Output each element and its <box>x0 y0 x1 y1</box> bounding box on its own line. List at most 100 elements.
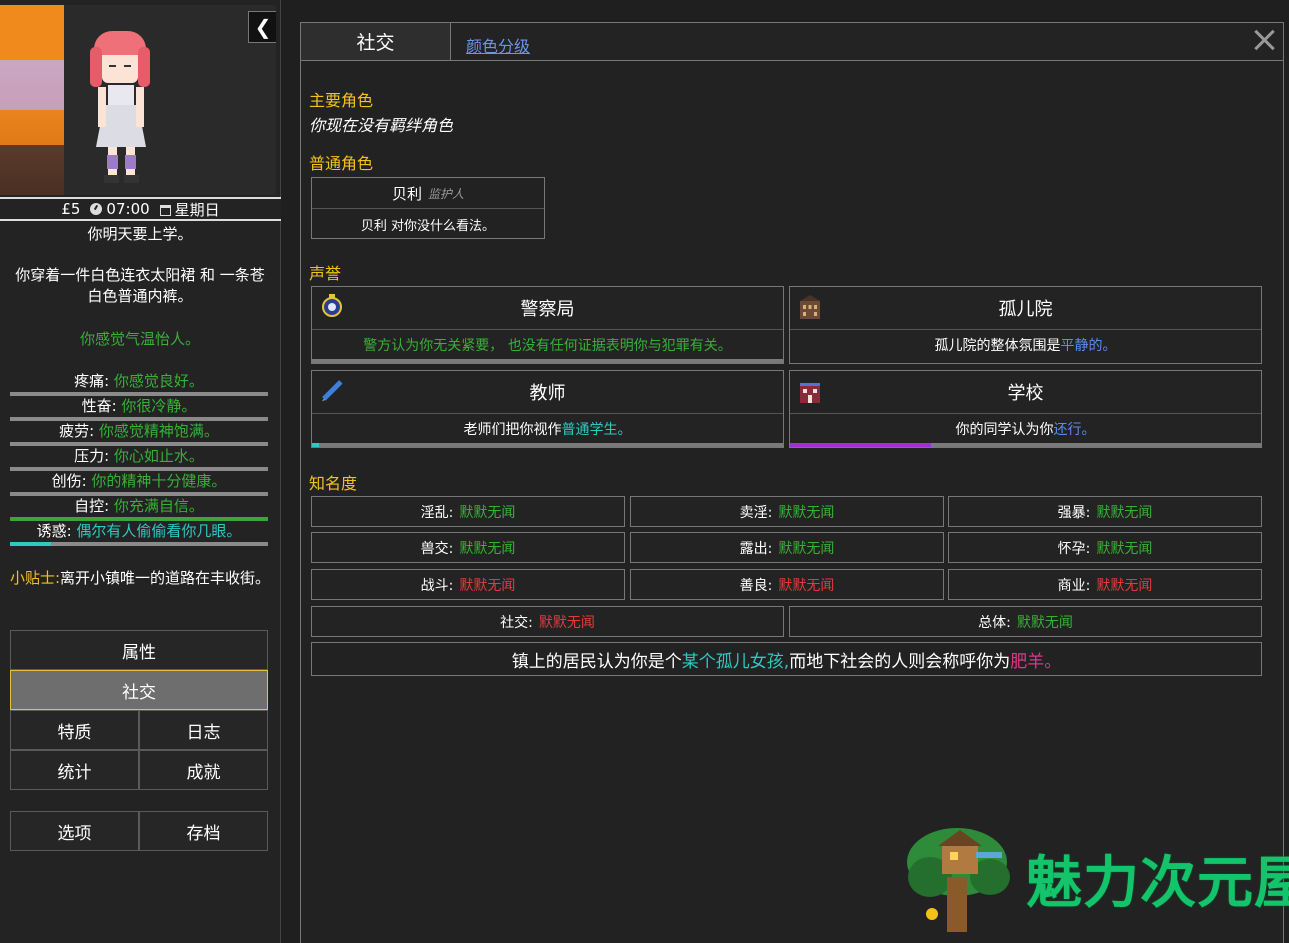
town-perception-summary: 镇上的居民认为你是个 某个孤儿女孩, 而地下社会的人则会称呼你为 肥羊。 <box>311 642 1262 676</box>
npc-card-header: 贝利 监护人 <box>312 178 544 209</box>
stat-row: 创伤: 你的精神十分健康。 <box>10 471 268 496</box>
nav-achievements-button[interactable]: 成就 <box>139 750 268 790</box>
nav-saves-button[interactable]: 存档 <box>139 811 268 851</box>
character-avatar <box>90 31 150 183</box>
summary-underworld-title: 肥羊。 <box>1010 651 1062 672</box>
reputation-description: 你的同学认为你 还行。 <box>955 422 1096 438</box>
fame-value: 默默无闻 <box>538 614 595 631</box>
fame-cell: 战斗: 默默无闻 <box>311 569 625 600</box>
fame-cell-wide: 总体: 默默无闻 <box>789 606 1262 637</box>
npc-role: 监护人 <box>428 186 465 201</box>
reputation-card-school: 学校 你的同学认为你 还行。 <box>789 370 1262 448</box>
fame-label: 战斗: <box>420 577 454 594</box>
reputation-description: 警方认为你无关紧要， 也没有任何证据表明你与犯罪有关。 <box>363 338 732 354</box>
stat-label: 诱惑: <box>36 522 72 540</box>
fame-label: 总体: <box>978 614 1011 631</box>
reputation-name: 警察局 <box>312 287 783 330</box>
stat-label: 创伤: <box>51 472 87 490</box>
stat-value: 你的精神十分健康。 <box>91 472 227 490</box>
nav-options-button[interactable]: 选项 <box>10 811 139 851</box>
social-panel: 社交 颜色分级 主要角色 你现在没有羁绊角色 普通角色 贝利 监护人 贝利 对你… <box>300 22 1284 943</box>
reputation-card-teachers: 教师 老师们把你视作 普通学生。 <box>311 370 784 448</box>
watermark-text: 魅力次元屋 <box>1026 851 1289 916</box>
nav-attributes-button[interactable]: 属性 <box>10 630 268 670</box>
calendar-icon <box>159 204 171 216</box>
close-icon[interactable] <box>1251 27 1277 53</box>
fame-label: 怀孕: <box>1057 540 1091 557</box>
fame-cell: 善良: 默默无闻 <box>630 569 944 600</box>
color-grading-link[interactable]: 颜色分级 <box>466 33 530 57</box>
nav-traits-button[interactable]: 特质 <box>10 710 139 750</box>
stat-row: 自控: 你充满自信。 <box>10 496 268 521</box>
fame-label: 露出: <box>739 540 773 557</box>
reputation-bar <box>312 359 783 363</box>
reputation-card-orphanage: 孤儿院 孤儿院的整体氛围是 平静的。 <box>789 286 1262 364</box>
fame-label: 强暴: <box>1057 504 1091 521</box>
reputation-name: 学校 <box>790 371 1261 414</box>
stat-value: 你充满自信。 <box>113 497 204 515</box>
reputation-bar <box>312 443 783 447</box>
treehouse-logo <box>907 828 1010 932</box>
collapse-sidebar-button[interactable]: ❮ <box>248 11 276 43</box>
stat-value: 你很冷静。 <box>121 397 197 415</box>
stat-bar <box>10 542 268 546</box>
tab-social[interactable]: 社交 <box>301 23 451 60</box>
stat-row: 诱惑: 偶尔有人偷偷看你几眼。 <box>10 521 268 546</box>
fame-label: 卖淫: <box>739 504 773 521</box>
fame-cell: 淫乱: 默默无闻 <box>311 496 625 527</box>
fame-cell: 怀孕: 默默无闻 <box>948 532 1262 563</box>
reputation-card-police: 警察局 警方认为你无关紧要， 也没有任何证据表明你与犯罪有关。 <box>311 286 784 364</box>
fame-cell: 强暴: 默默无闻 <box>948 496 1262 527</box>
summary-town-title: 某个孤儿女孩, <box>681 651 790 672</box>
sidebar: ❮ £5 07:00 星期日 你明天要上学。 你穿着一件白色连衣太阳裙 和 一条… <box>0 0 281 943</box>
fame-label: 善良: <box>739 577 773 594</box>
reputation-name: 教师 <box>312 371 783 414</box>
reputation-description: 孤儿院的整体氛围是 平静的。 <box>934 338 1117 354</box>
chevron-left-icon: ❮ <box>254 15 272 39</box>
fame-value: 默默无闻 <box>459 540 516 557</box>
fame-value: 默默无闻 <box>778 504 835 521</box>
stat-row: 压力: 你心如止水。 <box>10 446 268 471</box>
fame-cell-wide: 社交: 默默无闻 <box>311 606 784 637</box>
summary-text-2: 而地下社会的人则会称呼你为 <box>789 651 1011 672</box>
money-display: £5 <box>61 200 81 218</box>
fame-label: 商业: <box>1057 577 1091 594</box>
day-display: 星期日 <box>159 199 220 220</box>
stat-value: 你心如止水。 <box>113 447 204 465</box>
stat-value: 偶尔有人偷偷看你几眼。 <box>76 522 242 540</box>
tab-bar: 社交 颜色分级 <box>301 23 1283 61</box>
fame-value: 默默无闻 <box>1016 614 1073 631</box>
stat-label: 性奋: <box>81 397 117 415</box>
school-notice: 你明天要上学。 <box>87 225 193 243</box>
stat-label: 疼痛: <box>74 372 110 390</box>
fame-value: 默默无闻 <box>1096 540 1153 557</box>
fame-cell: 卖淫: 默默无闻 <box>630 496 944 527</box>
stat-value: 你感觉良好。 <box>113 372 204 390</box>
npc-card-bailey[interactable]: 贝利 监护人 贝利 对你没什么看法。 <box>311 177 545 239</box>
fame-value: 默默无闻 <box>459 577 516 594</box>
fame-label: 淫乱: <box>420 504 454 521</box>
nav-social-button[interactable]: 社交 <box>10 670 268 710</box>
nav-stats-button[interactable]: 统计 <box>10 750 139 790</box>
fame-cell: 露出: 默默无闻 <box>630 532 944 563</box>
npc-name: 贝利 <box>391 184 422 203</box>
reputation-name: 孤儿院 <box>790 287 1261 330</box>
reputation-description: 老师们把你视作 普通学生。 <box>463 422 632 438</box>
nav-journal-button[interactable]: 日志 <box>139 710 268 750</box>
fame-value: 默默无闻 <box>778 540 835 557</box>
fame-label: 兽交: <box>420 540 454 557</box>
fame-value: 默默无闻 <box>459 504 516 521</box>
stat-label: 自控: <box>74 497 110 515</box>
status-bar: £5 07:00 星期日 <box>0 197 281 221</box>
location-scene-image <box>0 5 64 195</box>
tip-box: 小贴士:离开小镇唯一的道路在丰收街。 <box>8 568 272 589</box>
fame-cell: 兽交: 默默无闻 <box>311 532 625 563</box>
stat-label: 压力: <box>74 447 110 465</box>
reputation-bar <box>790 443 1261 447</box>
tip-label: 小贴士: <box>9 569 61 587</box>
npc-opinion: 贝利 对你没什么看法。 <box>360 218 496 234</box>
main-characters-title: 主要角色 <box>309 91 374 110</box>
fame-value: 默默无闻 <box>1096 504 1153 521</box>
character-portrait: ❮ <box>0 5 276 195</box>
fame-value: 默默无闻 <box>778 577 835 594</box>
